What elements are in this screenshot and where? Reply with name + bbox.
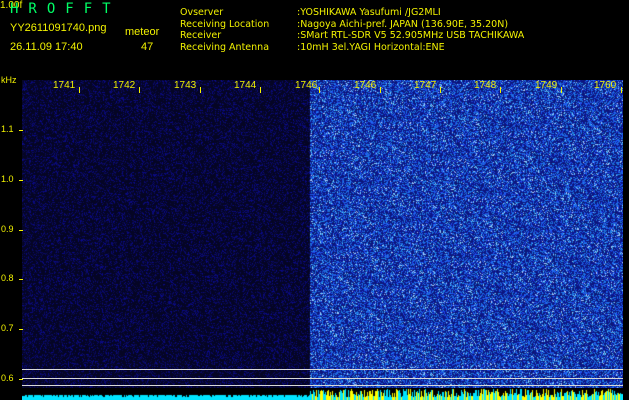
x-tick-mark (440, 87, 441, 93)
x-tick-label: 1747 (414, 80, 437, 91)
info-value: :10mH 3el.YAGI Horizontal:ENE (297, 41, 445, 53)
x-tick-mark (79, 87, 80, 93)
x-tick-mark (200, 87, 201, 93)
x-tick-label: 1748 (474, 80, 497, 91)
hrofft-screen: HROFFT 1.00f YY2611091740.png 26.11.09 1… (0, 0, 629, 400)
spectrogram-noise (22, 80, 623, 396)
y-axis-unit: kHz (1, 75, 17, 85)
y-tick-mark (19, 329, 23, 330)
x-tick-mark (561, 87, 562, 93)
info-key: Receiving Location (180, 18, 270, 30)
x-tick-label: 1749 (535, 80, 558, 91)
x-tick-label: 1760 (594, 80, 617, 91)
y-tick-label: 1.0 (1, 174, 14, 184)
reference-line (22, 378, 623, 379)
x-tick-label: 1743 (174, 80, 197, 91)
x-tick-mark (380, 87, 381, 93)
y-tick-label: 0.9 (1, 224, 14, 234)
x-tick-label: 1742 (113, 80, 136, 91)
file-name: YY2611091740.png (10, 22, 107, 34)
info-key: Receiver (180, 30, 222, 41)
x-tick-label: 1744 (234, 80, 257, 91)
info-key: Receiving Antenna (180, 41, 270, 53)
meteor-label: meteor (125, 26, 160, 38)
info-value: :YOSHIKAWA Yasufumi /JG2MLI (297, 7, 441, 18)
x-tick-label: 1746 (295, 80, 318, 91)
info-key: Ovserver (180, 7, 224, 18)
y-tick-label: 1.1 (1, 124, 14, 134)
app-title: HROFFT (10, 1, 121, 17)
y-tick-label: 0.6 (1, 373, 14, 383)
y-tick-mark (19, 230, 23, 231)
x-tick-label: 1746 (354, 80, 377, 91)
info-value: :Nagoya Aichi-pref. JAPAN (136.90E, 35.2… (297, 18, 509, 30)
reference-line (22, 369, 623, 370)
y-tick-mark (19, 180, 23, 181)
meteor-count: 47 (141, 41, 154, 53)
x-tick-mark (139, 87, 140, 93)
signal-level-strip (22, 388, 623, 400)
x-tick-mark (621, 87, 622, 93)
x-tick-mark (500, 87, 501, 93)
y-tick-mark (19, 279, 23, 280)
y-tick-label: 0.8 (1, 273, 14, 283)
x-tick-label: 1741 (53, 80, 76, 91)
reference-line (22, 385, 623, 386)
capture-datetime: 26.11.09 17:40 (10, 41, 83, 53)
y-tick-label: 0.7 (1, 323, 14, 333)
y-tick-mark (19, 379, 23, 380)
x-tick-mark (260, 87, 261, 93)
spectrogram (22, 80, 623, 396)
info-value: :SMart RTL-SDR V5 52.905MHz USB TACHIKAW… (297, 30, 525, 41)
x-tick-mark (319, 87, 320, 93)
y-tick-mark (19, 130, 23, 131)
